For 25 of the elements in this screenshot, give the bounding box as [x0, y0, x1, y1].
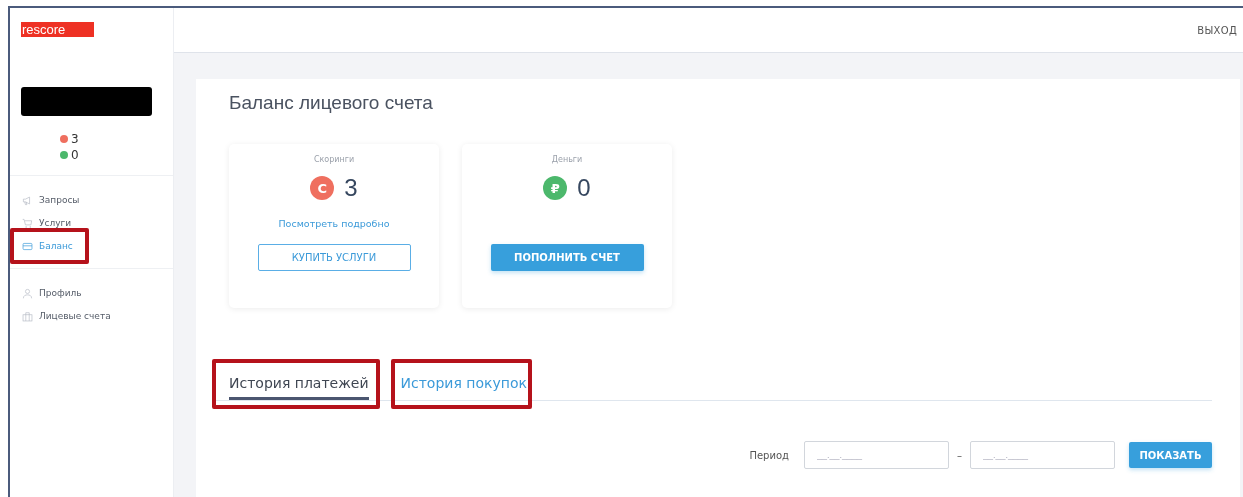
- date-field[interactable]: __.__.____: [804, 441, 949, 469]
- date-field[interactable]: __.__.____: [970, 441, 1115, 469]
- nav-item[interactable]: Профиль: [22, 285, 82, 301]
- page-title: Баланс лицевого счета: [228, 91, 434, 114]
- cart-icon: [22, 217, 33, 229]
- balance-value: 0: [71, 148, 79, 162]
- coin-icon: ₽: [543, 176, 568, 200]
- person-icon: [22, 287, 33, 299]
- card-caption: Деньги: [551, 155, 583, 164]
- logo: rescore: [21, 22, 94, 37]
- logout-link[interactable]: ВЫХОД: [1197, 24, 1237, 36]
- nav-item[interactable]: Запросы: [22, 192, 80, 208]
- briefcase-icon: [22, 310, 33, 322]
- balance-value: 3: [344, 174, 358, 202]
- period-label: Период: [749, 449, 789, 461]
- card-caption: Скоринги: [313, 155, 355, 164]
- coin-icon: С: [310, 176, 335, 200]
- nav-item[interactable]: Лицевые счета: [22, 308, 111, 324]
- megaphone-icon: [22, 194, 33, 206]
- tab[interactable]: История платежей: [229, 370, 369, 400]
- range-dash: –: [957, 449, 962, 461]
- nav-item[interactable]: Услуги: [22, 215, 72, 231]
- card-icon: [22, 240, 33, 252]
- balance-value: 3: [71, 132, 79, 146]
- balance-value: 0: [577, 174, 591, 202]
